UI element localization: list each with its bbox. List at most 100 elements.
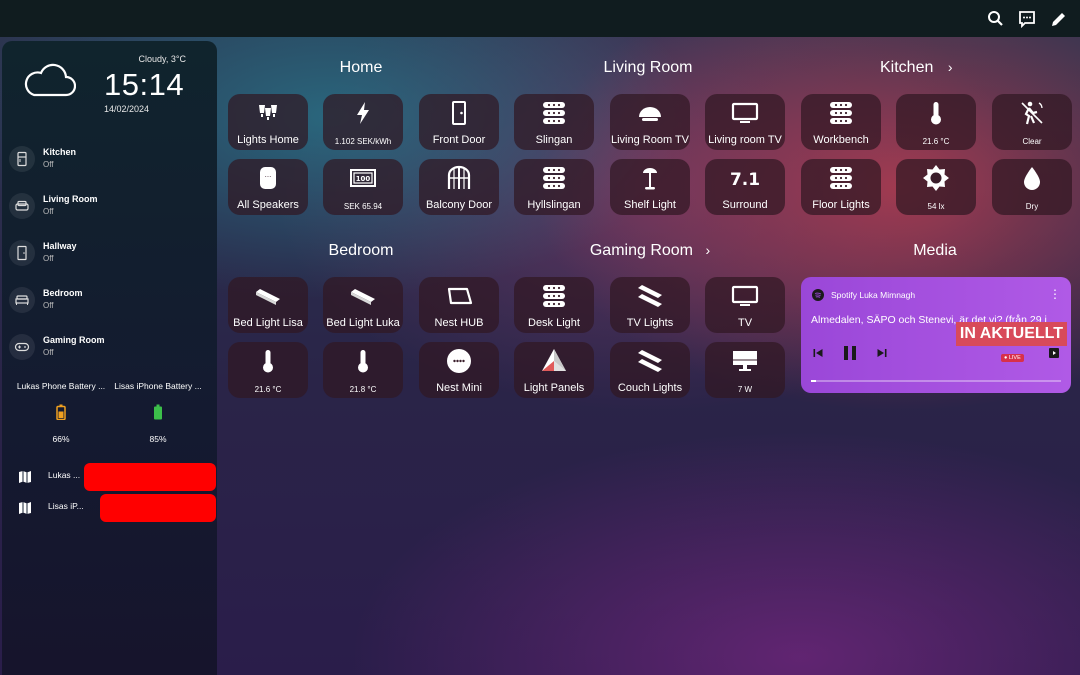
desktop-icon bbox=[731, 347, 759, 375]
media-player-card[interactable]: Spotify Luka Mimnagh ⋮ Almedalen, SÄPO o… bbox=[801, 277, 1071, 393]
tile-label: Dry bbox=[1025, 202, 1039, 211]
bed-icon bbox=[9, 287, 35, 313]
surround-icon: 7.1 bbox=[731, 164, 759, 192]
tile-hyllslingan[interactable]: Hyllslingan bbox=[514, 159, 594, 215]
tv-icon bbox=[731, 99, 759, 127]
led-strip-icon bbox=[540, 282, 568, 310]
light-bars-icon bbox=[636, 347, 664, 375]
tile-label: SEK 65.94 bbox=[343, 202, 383, 211]
tile-surround[interactable]: 7.1 Surround bbox=[705, 159, 785, 215]
section-title-kitchen[interactable]: Kitchen › bbox=[880, 59, 970, 77]
battery-icon bbox=[56, 404, 66, 421]
edit-icon[interactable] bbox=[1049, 9, 1069, 29]
tile-bed-light-lisa[interactable]: Bed Light Lisa bbox=[228, 277, 308, 333]
tile-label: Nest Mini bbox=[436, 382, 482, 394]
battery-lisas-iphone[interactable]: Lisas iPhone Battery ... 85% bbox=[110, 381, 206, 444]
motion-off-icon bbox=[1018, 99, 1046, 127]
map-icon bbox=[19, 502, 31, 514]
gamepad-icon bbox=[9, 334, 35, 360]
tile-bedroom-temperature-2[interactable]: 21.8 °C bbox=[323, 342, 403, 398]
water-drop-icon bbox=[1018, 164, 1046, 192]
tile-living-room-tv[interactable]: Living room TV bbox=[705, 94, 785, 150]
tile-workbench[interactable]: Workbench bbox=[801, 94, 881, 150]
map-icon bbox=[19, 471, 31, 483]
room-name: Living Room bbox=[43, 194, 98, 204]
tile-slingan[interactable]: Slingan bbox=[514, 94, 594, 150]
search-icon[interactable] bbox=[986, 9, 1006, 29]
tile-kitchen-temperature[interactable]: 21.6 °C bbox=[896, 94, 976, 150]
speaker-icon: ··· bbox=[254, 164, 282, 192]
artwork-text: IN AKTUELLT bbox=[955, 322, 1067, 346]
brightness-icon bbox=[922, 164, 950, 192]
room-living-room[interactable]: Living Room Off bbox=[8, 191, 208, 225]
tile-gaming-tv[interactable]: TV bbox=[705, 277, 785, 333]
live-badge: ● LIVE bbox=[1001, 354, 1024, 362]
weather-condition: Cloudy, 3°C bbox=[138, 54, 186, 64]
door-icon bbox=[445, 99, 473, 127]
tile-label: TV bbox=[737, 317, 753, 329]
tile-label: Hyllslingan bbox=[527, 199, 581, 211]
section-title-gaming-room[interactable]: Gaming Room › bbox=[580, 242, 720, 260]
tile-desk-light[interactable]: Desk Light bbox=[514, 277, 594, 333]
room-gaming-room[interactable]: Gaming Room Off bbox=[8, 332, 208, 366]
triangle-panels-icon bbox=[540, 347, 568, 375]
tile-shelf-light[interactable]: Shelf Light bbox=[610, 159, 690, 215]
tile-floor-lights[interactable]: Floor Lights bbox=[801, 159, 881, 215]
next-track-icon[interactable] bbox=[876, 347, 888, 359]
balcony-door-icon bbox=[445, 164, 473, 192]
previous-track-icon[interactable] bbox=[812, 347, 824, 359]
section-title-label: Kitchen bbox=[880, 59, 934, 76]
section-title-living-room: Living Room bbox=[603, 59, 693, 76]
tile-bed-light-luka[interactable]: Bed Light Luka bbox=[323, 277, 403, 333]
room-name: Gaming Room bbox=[43, 335, 105, 345]
media-artwork: IN AKTUELLT bbox=[955, 322, 1067, 350]
tile-bedroom-temperature-1[interactable]: 21.6 °C bbox=[228, 342, 308, 398]
tile-label: Lights Home bbox=[237, 134, 299, 146]
tile-light-panels[interactable]: Light Panels bbox=[514, 342, 594, 398]
led-strip-icon bbox=[540, 99, 568, 127]
queue-play-icon[interactable] bbox=[1048, 347, 1060, 359]
tile-all-speakers[interactable]: ··· All Speakers bbox=[228, 159, 308, 215]
tile-label: Shelf Light bbox=[624, 199, 676, 211]
tv-icon bbox=[731, 282, 759, 310]
tile-kitchen-motion[interactable]: Clear bbox=[992, 94, 1072, 150]
tile-label: Bed Light Lisa bbox=[233, 317, 303, 329]
room-state: Off bbox=[43, 348, 54, 357]
tile-label: 21.8 °C bbox=[349, 385, 377, 394]
chevron-right-icon: › bbox=[947, 59, 953, 75]
more-vert-icon[interactable]: ⋮ bbox=[1049, 288, 1061, 300]
tablet-icon bbox=[445, 282, 473, 310]
svg-text:···: ··· bbox=[265, 173, 272, 181]
pause-icon[interactable] bbox=[842, 344, 858, 362]
tile-nest-hub[interactable]: Nest HUB bbox=[419, 277, 499, 333]
tile-nest-mini[interactable]: Nest Mini bbox=[419, 342, 499, 398]
sidebar: Cloudy, 3°C 15:14 14/02/2024 Kitchen Off… bbox=[2, 41, 217, 675]
tile-label: 54 lx bbox=[927, 202, 945, 211]
thermometer-icon bbox=[349, 347, 377, 375]
room-hallway[interactable]: Hallway Off bbox=[8, 238, 208, 272]
tile-front-door[interactable]: Front Door bbox=[419, 94, 499, 150]
room-state: Off bbox=[43, 254, 54, 263]
tile-label: TV Lights bbox=[626, 317, 674, 329]
tile-kitchen-moisture[interactable]: Dry bbox=[992, 159, 1072, 215]
tile-kitchen-illuminance[interactable]: 54 lx bbox=[896, 159, 976, 215]
cash-icon: 100 bbox=[349, 164, 377, 192]
tile-label: Surround bbox=[722, 199, 768, 211]
tile-energy-cost[interactable]: 100 SEK 65.94 bbox=[323, 159, 403, 215]
room-kitchen[interactable]: Kitchen Off bbox=[8, 144, 208, 178]
tile-living-room-tv-light[interactable]: Living Room TV bbox=[610, 94, 690, 150]
tile-tv-lights[interactable]: TV Lights bbox=[610, 277, 690, 333]
tile-label: 1.102 SEK/kWh bbox=[334, 137, 392, 146]
media-progress-track[interactable] bbox=[811, 380, 1061, 382]
battery-lukas-phone[interactable]: Lukas Phone Battery ... 66% bbox=[13, 381, 109, 444]
tile-lights-home[interactable]: Lights Home bbox=[228, 94, 308, 150]
room-bedroom[interactable]: Bedroom Off bbox=[8, 285, 208, 319]
tile-label: Workbench bbox=[813, 134, 869, 146]
tile-electricity-price[interactable]: 1.102 SEK/kWh bbox=[323, 94, 403, 150]
led-strip-icon bbox=[540, 164, 568, 192]
lamp-dome-icon bbox=[636, 99, 664, 127]
assist-icon[interactable] bbox=[1017, 9, 1037, 29]
tile-gaming-power[interactable]: 7 W bbox=[705, 342, 785, 398]
tile-couch-lights[interactable]: Couch Lights bbox=[610, 342, 690, 398]
tile-balcony-door[interactable]: Balcony Door bbox=[419, 159, 499, 215]
